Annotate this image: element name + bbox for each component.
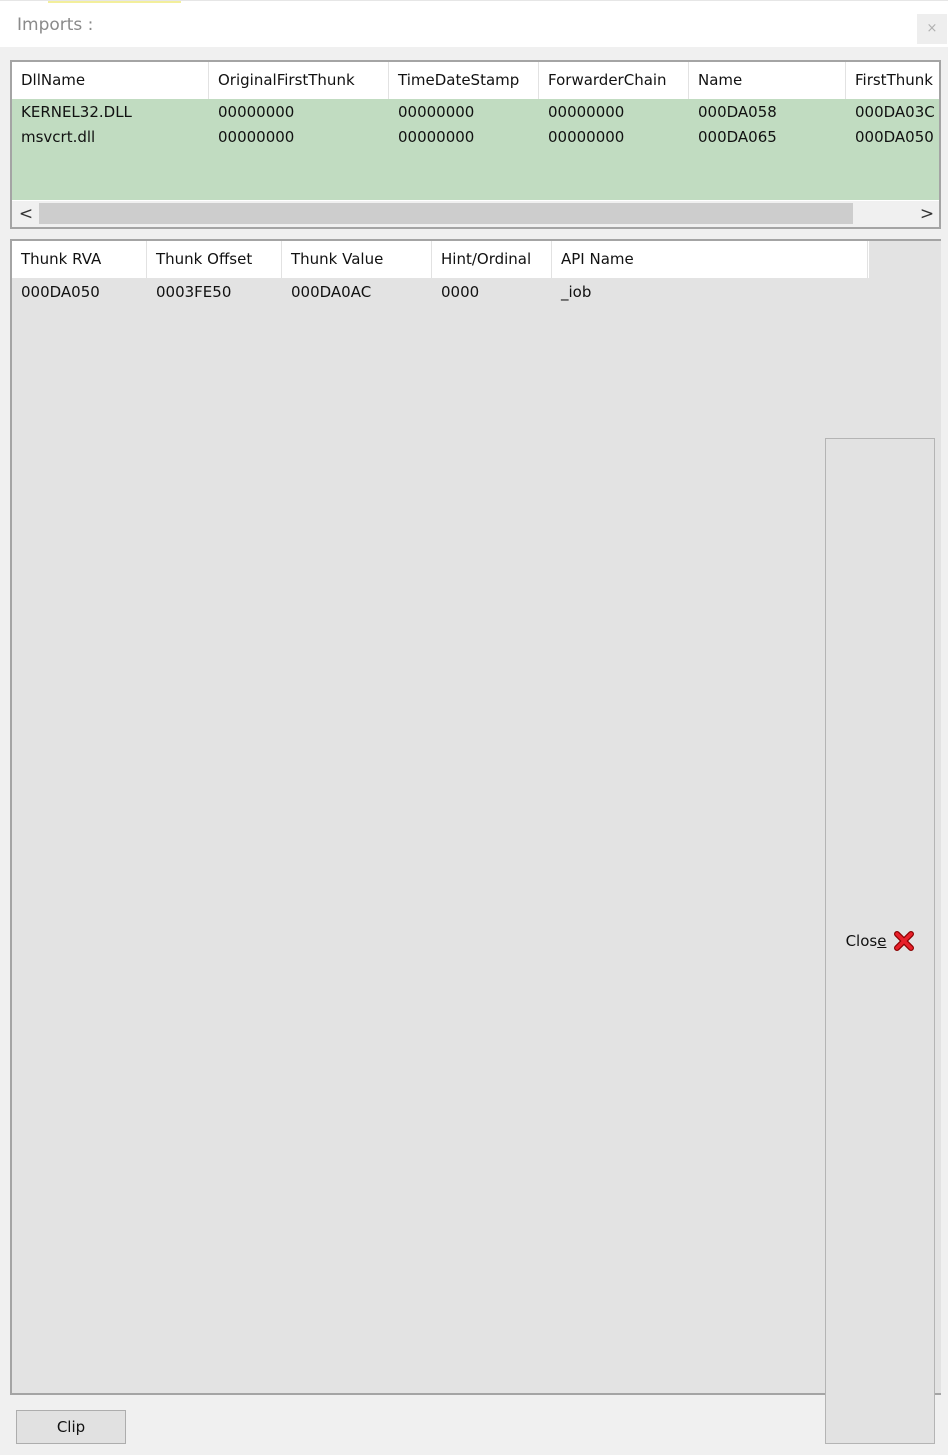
col-originalfirstthunk[interactable]: OriginalFirstThunk (209, 62, 389, 99)
clip-button[interactable]: Clip (16, 1410, 126, 1444)
cell-name: 000DA065 (698, 128, 777, 146)
cell-thunk-rva: 000DA050 (21, 283, 100, 301)
horizontal-scrollbar[interactable]: < > (12, 201, 939, 227)
table-row[interactable]: KERNEL32.DLL 00000000 00000000 00000000 … (12, 100, 939, 125)
dll-list[interactable]: DllName OriginalFirstThunk TimeDateStamp… (10, 60, 941, 229)
window-title: Imports : (17, 15, 94, 35)
col-api-name[interactable]: API Name (552, 241, 868, 278)
cell-firstthunk: 000DA03C (855, 103, 935, 121)
red-x-icon (894, 931, 915, 951)
window-close-button[interactable]: × (917, 14, 947, 44)
table-row[interactable]: 000DA050 0003FE50 000DA0AC 0000 _iob (12, 280, 941, 305)
scroll-left-button[interactable]: < (14, 201, 38, 227)
thunk-list-body: 000DA050 0003FE50 000DA0AC 0000 _iob (12, 278, 941, 1393)
col-name[interactable]: Name (689, 62, 846, 99)
scroll-right-button[interactable]: > (915, 201, 939, 227)
cell-forwarderchain: 00000000 (548, 128, 625, 146)
col-dllname[interactable]: DllName (12, 62, 209, 99)
col-timedatestamp[interactable]: TimeDateStamp (389, 62, 539, 99)
cell-thunk-offset: 0003FE50 (156, 283, 232, 301)
cell-timedatestamp: 00000000 (398, 103, 475, 121)
cell-timedatestamp: 00000000 (398, 128, 475, 146)
close-button-label: Close (845, 932, 887, 950)
thunk-list-header: Thunk RVA Thunk Offset Thunk Value Hint/… (12, 241, 869, 278)
thunk-list[interactable]: Thunk RVA Thunk Offset Thunk Value Hint/… (10, 239, 941, 1395)
col-forwarderchain[interactable]: ForwarderChain (539, 62, 689, 99)
col-thunk-value[interactable]: Thunk Value (282, 241, 432, 278)
cell-originalfirstthunk: 00000000 (218, 103, 295, 121)
cell-dllname: msvcrt.dll (21, 128, 96, 146)
title-bar: Imports : × (0, 0, 948, 47)
col-thunk-offset[interactable]: Thunk Offset (147, 241, 282, 278)
col-firstthunk[interactable]: FirstThunk (846, 62, 939, 99)
col-hint-ordinal[interactable]: Hint/Ordinal (432, 241, 552, 278)
cell-dllname: KERNEL32.DLL (21, 103, 132, 121)
title-accent-strip (48, 1, 181, 3)
cell-name: 000DA058 (698, 103, 777, 121)
cell-originalfirstthunk: 00000000 (218, 128, 295, 146)
cell-forwarderchain: 00000000 (548, 103, 625, 121)
cell-hint-ordinal: 0000 (441, 283, 480, 301)
scrollbar-thumb[interactable] (39, 203, 853, 224)
cell-api-name: _iob (561, 283, 592, 301)
cell-firstthunk: 000DA050 (855, 128, 934, 146)
dll-list-body: KERNEL32.DLL 00000000 00000000 00000000 … (12, 99, 939, 200)
col-thunk-rva[interactable]: Thunk RVA (12, 241, 147, 278)
table-row[interactable]: msvcrt.dll 00000000 00000000 00000000 00… (12, 125, 939, 150)
dll-list-header: DllName OriginalFirstThunk TimeDateStamp… (12, 62, 939, 99)
cell-thunk-value: 000DA0AC (291, 283, 372, 301)
close-button[interactable]: Close (825, 438, 935, 1444)
